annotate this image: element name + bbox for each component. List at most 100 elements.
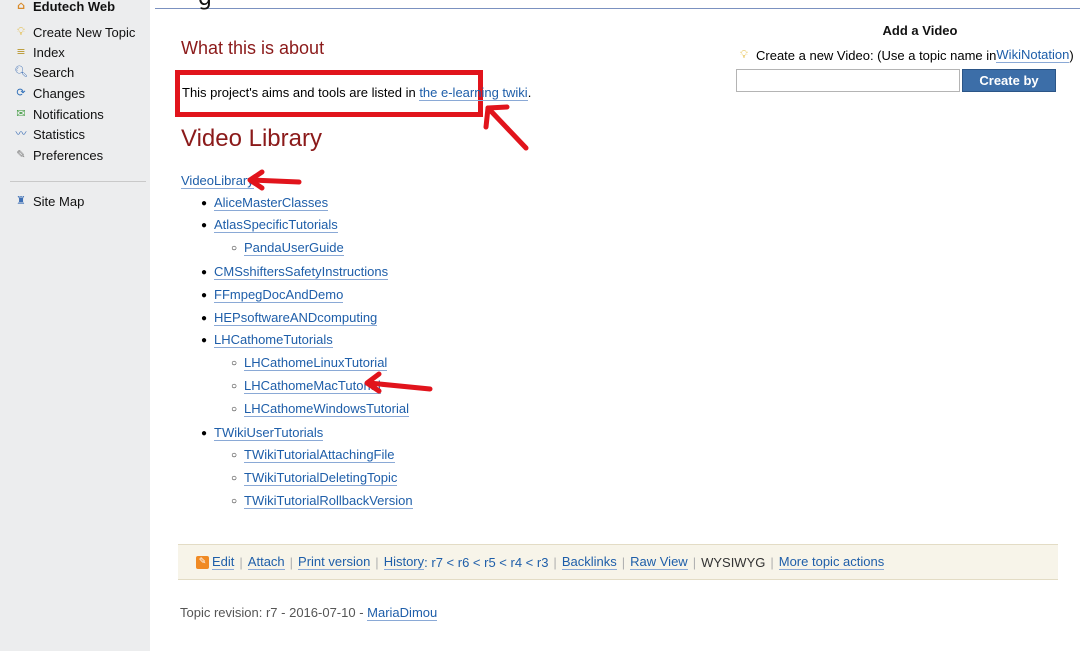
topic-name-input[interactable] bbox=[736, 69, 960, 92]
index-icon: ≡ bbox=[16, 45, 26, 58]
wiki-notation-link[interactable]: WikiNotation bbox=[996, 47, 1070, 63]
separator: | bbox=[553, 554, 557, 570]
home-icon: ⌂ bbox=[17, 0, 25, 12]
tree-link[interactable]: LHCathomeMacTutorial bbox=[244, 378, 381, 394]
circle-bullet-icon: ○ bbox=[230, 472, 238, 484]
list-item[interactable]: ● FFmpegDocAndDemo bbox=[200, 287, 344, 303]
page-title: What this is about bbox=[181, 38, 325, 58]
separator: | bbox=[770, 554, 774, 570]
tree-root[interactable]: VideoLibrary bbox=[181, 173, 254, 189]
bullet-icon: ● bbox=[200, 219, 208, 231]
sidebar-item-label: Index bbox=[33, 44, 65, 60]
tree-link[interactable]: TWikiUserTutorials bbox=[214, 425, 324, 441]
list-item[interactable]: ○ TWikiTutorialRollbackVersion bbox=[230, 493, 413, 509]
tree-link[interactable]: HEPsoftwareANDcomputing bbox=[214, 310, 378, 326]
edit-icon[interactable]: ✎ bbox=[196, 555, 209, 569]
video-library-heading: Video Library bbox=[181, 125, 322, 152]
add-video-description: 💡︎ Create a new Video: (Use a topic name… bbox=[737, 47, 1074, 63]
attach-link[interactable]: Attach bbox=[247, 554, 285, 570]
tree-link[interactable]: AliceMasterClasses bbox=[214, 195, 329, 211]
wysiwyg-label[interactable]: WYSIWYG bbox=[701, 555, 765, 570]
tree-link[interactable]: TWikiTutorialDeletingTopic bbox=[244, 470, 398, 486]
more-topic-actions-link[interactable]: More topic actions bbox=[778, 554, 885, 570]
changes-icon: ⟳ bbox=[16, 86, 26, 99]
about-text: This project's aims and tools are listed… bbox=[182, 85, 531, 101]
sidebar-item-notifications[interactable]: ✉ Notifications bbox=[14, 104, 104, 124]
circle-bullet-icon: ○ bbox=[230, 403, 238, 415]
list-item[interactable]: ○ TWikiTutorialDeletingTopic bbox=[230, 470, 398, 486]
circle-bullet-icon: ○ bbox=[230, 449, 238, 461]
site-map-icon: ♜ bbox=[16, 194, 26, 207]
raw-view-link[interactable]: Raw View bbox=[630, 554, 688, 570]
sidebar-item-label: Notifications bbox=[33, 106, 104, 122]
edit-link[interactable]: Edit bbox=[212, 554, 235, 570]
topic-revision-info: Topic revision: r7 - 2016-07-10 - MariaD… bbox=[180, 605, 438, 621]
add-video-title: Add a Video bbox=[882, 23, 958, 38]
sidebar-item-site-map[interactable]: ♜ Site Map bbox=[14, 191, 84, 211]
lightbulb-icon: 💡︎ bbox=[740, 48, 748, 61]
list-item[interactable]: ○ TWikiTutorialAttachingFile bbox=[230, 447, 395, 463]
sidebar-item-label: Preferences bbox=[33, 147, 104, 163]
tree-link[interactable]: PandaUserGuide bbox=[244, 240, 344, 256]
list-item[interactable]: ○ LHCathomeLinuxTutorial bbox=[230, 355, 388, 371]
separator: | bbox=[375, 554, 379, 570]
notifications-icon: ✉ bbox=[16, 107, 26, 120]
tree-link[interactable]: LHCathomeLinuxTutorial bbox=[244, 355, 388, 371]
add-video-desc-suffix: ) bbox=[1069, 47, 1074, 63]
list-item[interactable]: ● TWikiUserTutorials bbox=[200, 425, 324, 441]
topic-action-bar: ✎ Edit | Attach | Print version | Histor… bbox=[178, 544, 1058, 580]
list-item[interactable]: ● HEPsoftwareANDcomputing bbox=[200, 310, 378, 326]
top-divider bbox=[155, 8, 1080, 9]
tree-link[interactable]: AtlasSpecificTutorials bbox=[214, 217, 338, 233]
tree-link[interactable]: CMSshiftersSafetyInstructions bbox=[214, 264, 389, 280]
circle-bullet-icon: ○ bbox=[230, 380, 238, 392]
sidebar-item-create-new-topic[interactable]: 💡︎ Create New Topic bbox=[14, 22, 135, 42]
print-version-link[interactable]: Print version bbox=[298, 554, 371, 570]
list-item[interactable]: ● LHCathomeTutorials bbox=[200, 332, 333, 348]
tree-link[interactable]: LHCathomeTutorials bbox=[214, 332, 333, 348]
sidebar-web-title[interactable]: ⌂ Edutech Web bbox=[14, 0, 115, 16]
add-video-desc-prefix: Create a new Video: (Use a topic name in bbox=[756, 47, 997, 63]
elearning-twiki-link[interactable]: the e-learning twiki bbox=[419, 85, 528, 101]
create-by-name-button[interactable]: Create by Name bbox=[962, 69, 1056, 109]
sidebar-item-index[interactable]: ≡ Index bbox=[14, 42, 65, 62]
video-library-link[interactable]: VideoLibrary bbox=[181, 173, 254, 189]
tree-link[interactable]: TWikiTutorialRollbackVersion bbox=[244, 493, 413, 509]
sidebar-item-search[interactable]: 🔍︎ Search bbox=[14, 62, 74, 82]
revision-prefix: Topic revision: r7 - 2016-07-10 - bbox=[180, 605, 368, 620]
backlinks-link[interactable]: Backlinks bbox=[561, 554, 617, 570]
sidebar-item-statistics[interactable]: 〰 Statistics bbox=[14, 124, 86, 144]
bullet-icon: ● bbox=[200, 427, 208, 439]
preferences-icon: ✎ bbox=[16, 148, 26, 161]
sidebar-item-changes[interactable]: ⟳ Changes bbox=[14, 83, 85, 103]
history-link[interactable]: History bbox=[383, 554, 425, 570]
sidebar-item-label: Changes bbox=[33, 85, 86, 101]
list-item[interactable]: ○ PandaUserGuide bbox=[230, 240, 344, 256]
lightbulb-icon: 💡︎ bbox=[17, 25, 25, 38]
sidebar-item-preferences[interactable]: ✎ Preferences bbox=[14, 145, 103, 165]
bullet-icon: ● bbox=[200, 334, 208, 346]
tree-link[interactable]: LHCathomeWindowsTutorial bbox=[244, 401, 409, 417]
separator: | bbox=[692, 554, 697, 570]
arrow-to-twiki-link bbox=[483, 104, 529, 151]
list-item[interactable]: ● CMSshiftersSafetyInstructions bbox=[200, 264, 389, 280]
bullet-icon: ● bbox=[200, 197, 208, 209]
arrow-to-video-library bbox=[247, 169, 302, 191]
overlay-glyph: g bbox=[198, 0, 212, 11]
list-item[interactable]: ○ LHCathomeWindowsTutorial bbox=[230, 401, 409, 417]
tree-link[interactable]: FFmpegDocAndDemo bbox=[214, 287, 344, 303]
separator: | bbox=[289, 554, 294, 570]
list-item[interactable]: ● AliceMasterClasses bbox=[200, 195, 329, 211]
separator: | bbox=[239, 554, 243, 570]
statistics-icon: 〰 bbox=[15, 127, 27, 140]
sidebar-web-label: Edutech Web bbox=[33, 0, 116, 14]
bullet-icon: ● bbox=[200, 266, 208, 278]
list-item[interactable]: ● AtlasSpecificTutorials bbox=[200, 217, 338, 233]
sidebar-divider bbox=[10, 181, 146, 182]
tree-link[interactable]: TWikiTutorialAttachingFile bbox=[244, 447, 395, 463]
author-link[interactable]: MariaDimou bbox=[367, 605, 438, 621]
history-versions[interactable]: : r7 < r6 < r5 < r4 < r3 bbox=[424, 555, 548, 570]
circle-bullet-icon: ○ bbox=[230, 495, 238, 507]
list-item[interactable]: ○ LHCathomeMacTutorial bbox=[230, 378, 381, 394]
sidebar-item-label: Statistics bbox=[33, 126, 86, 142]
